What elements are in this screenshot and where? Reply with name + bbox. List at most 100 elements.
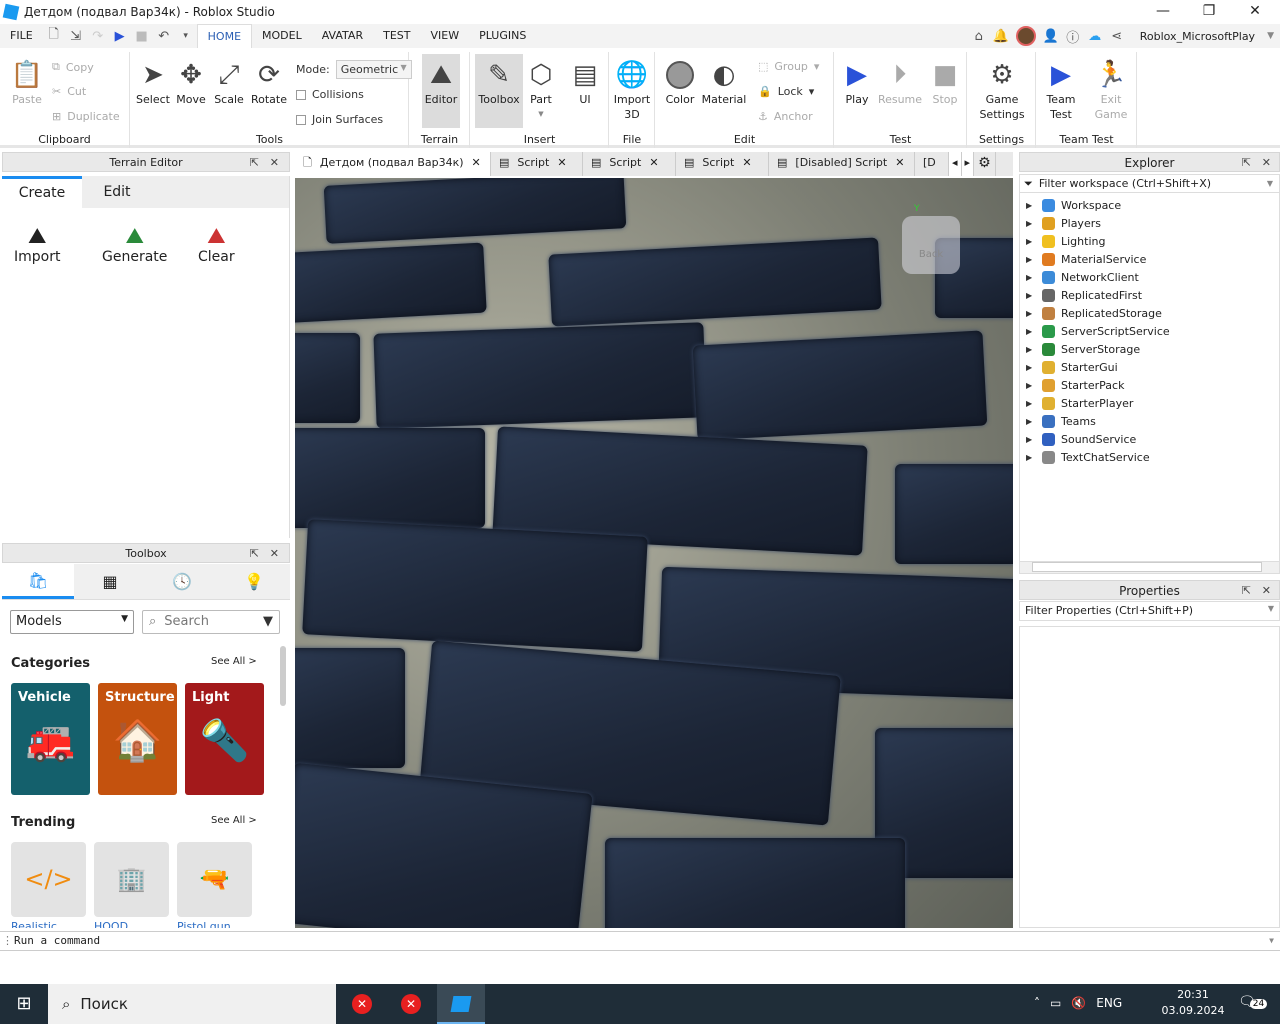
share-icon[interactable]: ⋖ xyxy=(1106,29,1128,44)
close-icon[interactable]: ✕ xyxy=(1262,581,1271,601)
category-light[interactable]: Light 🔦 xyxy=(185,683,264,795)
explorer-item[interactable]: ▶ Teams xyxy=(1026,412,1096,430)
tab-script[interactable]: ▤ Script ✕ xyxy=(491,152,583,176)
explorer-item[interactable]: ▶ ServerScriptService xyxy=(1026,322,1170,340)
tab-edit[interactable]: Edit xyxy=(82,176,152,208)
recent-tab[interactable]: 🕓 xyxy=(146,564,218,599)
trending-item-label[interactable]: Pistol gun xyxy=(177,920,231,928)
copy-button[interactable]: ⧉ Copy xyxy=(52,60,94,74)
restore-button[interactable]: ❐ xyxy=(1186,0,1232,24)
collapse-ribbon-icon[interactable]: ⌂ xyxy=(968,29,990,44)
stop-button[interactable]: ■ Stop xyxy=(923,58,967,107)
file-menu[interactable]: FILE xyxy=(0,24,43,48)
marketplace-tab[interactable]: 🛍 xyxy=(2,564,74,599)
explorer-item[interactable]: ▶ ReplicatedStorage xyxy=(1026,304,1162,322)
explorer-item[interactable]: ▶ Workspace xyxy=(1026,196,1121,214)
close-icon[interactable]: ✕ xyxy=(270,153,279,173)
trending-see-all-link[interactable]: See All > xyxy=(211,815,257,826)
avatar[interactable] xyxy=(1015,26,1036,46)
undock-icon[interactable]: ⇱ xyxy=(1242,581,1251,601)
tab-disabled-script[interactable]: ▤ [Disabled] Script ✕ xyxy=(769,152,915,176)
close-tab-icon[interactable]: ✕ xyxy=(557,152,566,176)
lock-button[interactable]: 🔒 Lock ▾ xyxy=(758,85,814,98)
stop-icon[interactable]: ■ xyxy=(131,29,153,44)
rotate-button[interactable]: ⟳ Rotate xyxy=(247,58,291,107)
language-indicator[interactable]: ENG xyxy=(1096,996,1122,1010)
anchor-button[interactable]: ⚓ Anchor xyxy=(758,110,813,123)
taskbar-search[interactable]: ⌕ Поиск xyxy=(48,984,336,1024)
username[interactable]: Roblox_MicrosoftPlay xyxy=(1140,30,1255,43)
scale-button[interactable]: ⤢ Scale xyxy=(207,58,251,107)
duplicate-button[interactable]: ⊞ Duplicate xyxy=(52,110,120,123)
play-button[interactable]: ▶ Play xyxy=(835,58,879,107)
expand-arrow-icon[interactable]: ▶ xyxy=(1026,345,1036,354)
expand-arrow-icon[interactable]: ▶ xyxy=(1026,417,1036,426)
start-button[interactable]: ⊞ xyxy=(0,984,48,1024)
resume-button[interactable]: ⏵ Resume xyxy=(875,58,925,107)
tab-settings-icon[interactable]: ⚙ xyxy=(974,152,996,176)
scroll-tabs-right[interactable]: ▸ xyxy=(961,152,975,176)
exit-game-button[interactable]: 🏃 Exit Game xyxy=(1089,58,1133,122)
category-select[interactable]: Models ▼ xyxy=(10,610,134,634)
add-collaborator-icon[interactable]: 👤 xyxy=(1040,29,1062,44)
explorer-filter-input[interactable]: ⏷ Filter workspace (Ctrl+Shift+X) ▼ xyxy=(1020,175,1279,193)
expand-arrow-icon[interactable]: ▶ xyxy=(1026,291,1036,300)
command-input[interactable]: Run a command ▼ xyxy=(10,933,1280,949)
volume-muted-icon[interactable]: 🔇 xyxy=(1071,996,1086,1010)
tab-script[interactable]: ▤ Script ✕ xyxy=(676,152,769,176)
close-tab-icon[interactable]: ✕ xyxy=(895,152,904,176)
undo-icon[interactable]: ↶ xyxy=(153,29,175,44)
inventory-tab[interactable]: ▦ xyxy=(74,564,146,599)
game-settings-button[interactable]: ⚙ Game Settings xyxy=(974,58,1030,122)
close-tab-icon[interactable]: ✕ xyxy=(742,152,751,176)
generate-tool[interactable]: ⛰ Generate xyxy=(102,224,167,265)
trending-item[interactable]: 🔫 xyxy=(177,842,252,917)
explorer-item[interactable]: ▶ StarterPack xyxy=(1026,376,1124,394)
cloud-icon[interactable]: ☁ xyxy=(1084,29,1106,44)
notification-center-icon[interactable]: 🗨24 xyxy=(1238,994,1268,1010)
tab-model[interactable]: MODEL xyxy=(252,24,312,48)
explorer-item[interactable]: ▶ SoundService xyxy=(1026,430,1136,448)
explorer-item[interactable]: ▶ NetworkClient xyxy=(1026,268,1139,286)
expand-arrow-icon[interactable]: ▶ xyxy=(1026,273,1036,282)
properties-filter-input[interactable]: Filter Properties (Ctrl+Shift+P) ▼ xyxy=(1019,601,1280,621)
user-dropdown-icon[interactable]: ▼ xyxy=(1267,31,1274,41)
expand-arrow-icon[interactable]: ▶ xyxy=(1026,327,1036,336)
toolbox-button[interactable]: ✎ Toolbox xyxy=(475,54,523,128)
import-tool[interactable]: ⛰ Import xyxy=(14,224,60,265)
tab-home[interactable]: HOME xyxy=(196,24,253,48)
app-error-icon[interactable]: ✕ xyxy=(352,994,372,1014)
category-vehicle[interactable]: Vehicle 🚒 xyxy=(11,683,90,795)
trending-item-label[interactable]: Realistic xyxy=(11,920,57,928)
close-icon[interactable]: ✕ xyxy=(270,544,279,564)
open-file-icon[interactable]: ⇲ xyxy=(65,29,87,44)
material-button[interactable]: ◐ Material xyxy=(700,58,748,107)
creations-tab[interactable]: 💡 xyxy=(218,564,290,599)
tab-disabled-script[interactable]: [D xyxy=(915,152,949,176)
explorer-item[interactable]: ▶ StarterPlayer xyxy=(1026,394,1133,412)
undock-icon[interactable]: ⇱ xyxy=(250,153,259,173)
team-test-button[interactable]: ▶ Team Test xyxy=(1039,58,1083,122)
expand-arrow-icon[interactable]: ▶ xyxy=(1026,255,1036,264)
cut-button[interactable]: ✂ Cut xyxy=(52,85,86,98)
expand-arrow-icon[interactable]: ▶ xyxy=(1026,309,1036,318)
expand-arrow-icon[interactable]: ▶ xyxy=(1026,399,1036,408)
explorer-item[interactable]: ▶ StarterGui xyxy=(1026,358,1118,376)
minimize-button[interactable]: — xyxy=(1140,0,1186,24)
explorer-item[interactable]: ▶ ServerStorage xyxy=(1026,340,1140,358)
close-button[interactable]: ✕ xyxy=(1232,0,1278,24)
close-tab-icon[interactable]: ✕ xyxy=(649,152,658,176)
trending-item-label[interactable]: HOOD xyxy=(94,920,128,928)
terrain-editor-button[interactable]: ⛰ Editor xyxy=(422,54,460,128)
tab-avatar[interactable]: AVATAR xyxy=(312,24,373,48)
scroll-tabs-left[interactable]: ◂ xyxy=(949,152,962,176)
mode-select[interactable]: Geometric ▼ xyxy=(335,60,412,79)
category-structure[interactable]: Structure 🏠 xyxy=(98,683,177,795)
paste-button[interactable]: 📋 Paste xyxy=(5,58,49,107)
expand-arrow-icon[interactable]: ▶ xyxy=(1026,219,1036,228)
tab-test[interactable]: TEST xyxy=(373,24,420,48)
tab-place[interactable]: 🗋 Детдом (подвал Вар34к) ✕ xyxy=(295,152,491,176)
join-surfaces-checkbox[interactable]: Join Surfaces xyxy=(296,113,383,126)
import-3d-button[interactable]: 🌐 Import 3D xyxy=(610,58,654,122)
redo-icon[interactable]: ↷ xyxy=(87,29,109,44)
